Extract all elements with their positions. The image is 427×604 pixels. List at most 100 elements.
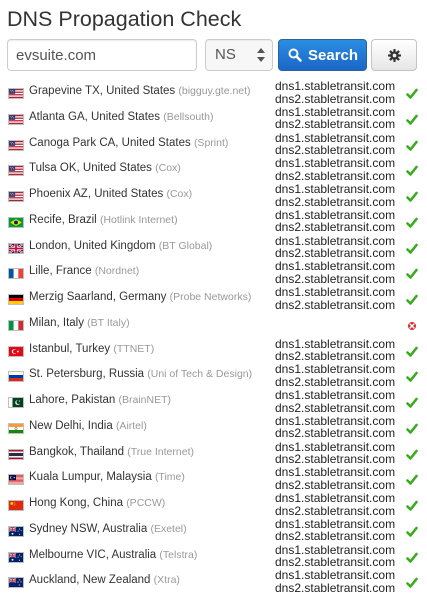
- location-name: Atlanta GA, United States: [29, 110, 161, 123]
- isp-label: (True Internet): [127, 445, 194, 458]
- nameserver-list: dns1.stabletransit.com dns2.stabletransit…: [275, 260, 395, 285]
- result-row: New Delhi, India (Airtel) dns1.stabletran…: [0, 415, 427, 441]
- location-name: Melbourne VIC, Australia: [29, 548, 157, 561]
- search-button-label: Search: [308, 47, 359, 64]
- isp-label: (BrainNET): [118, 394, 172, 406]
- result-location: Melbourne VIC, Australia (Telstra): [29, 549, 197, 561]
- nameserver-list: dns1.stabletransit.com dns2.stabletransit…: [275, 415, 395, 440]
- location-name: Sydney NSW, Australia: [29, 522, 148, 535]
- record-type-select[interactable]: NS: [205, 39, 273, 71]
- nameserver: dns2.stabletransit.com: [275, 503, 396, 518]
- isp-label: (Airtel): [115, 419, 147, 432]
- result-location: Merzig Saarland, Germany (Probe Networks…: [29, 291, 251, 303]
- record-type-value: NS: [215, 46, 236, 63]
- nameserver: dns1.stabletransit.com: [275, 285, 396, 299]
- check-icon: [406, 396, 418, 408]
- nameserver: dns2.stabletransit.com: [275, 477, 396, 492]
- search-button[interactable]: Search: [278, 39, 367, 71]
- nameserver-list: dns1.stabletransit.com dns2.stabletransit…: [275, 131, 396, 158]
- nameserver: dns2.stabletransit.com: [275, 91, 396, 106]
- nameserver-list: dns1.stabletransit.com dns2.stabletransit…: [275, 337, 395, 363]
- location-name: Lille, France: [29, 265, 92, 278]
- isp-label: (Cox): [166, 188, 193, 200]
- nameserver: dns2.stabletransit.com: [275, 220, 396, 235]
- result-location: Hong Kong, China (PCCW): [29, 497, 165, 509]
- isp-label: (Cox): [155, 162, 181, 175]
- nameserver-list: dns1.stabletransit.com dns2.stabletransit…: [275, 286, 395, 311]
- check-icon: [406, 370, 418, 383]
- nameserver: dns2.stabletransit.com: [275, 143, 396, 158]
- isp-label: (Probe Networks): [169, 291, 252, 303]
- isp-label: (bigguy.gte.net): [178, 85, 251, 97]
- nameserver: dns1.stabletransit.com: [275, 182, 396, 196]
- check-icon: [406, 525, 418, 537]
- isp-label: (BT Italy): [87, 316, 130, 329]
- nameserver-list: dns1.stabletransit.com dns2.stabletransit…: [275, 543, 396, 570]
- result-location: London, United Kingdom (BT Global): [29, 240, 212, 252]
- result-location: Kuala Lumpur, Malaysia (Time): [29, 471, 185, 483]
- result-row: Canoga Park CA, United States (Sprint) dn…: [0, 131, 427, 158]
- isp-label: (Exetel): [150, 522, 187, 535]
- check-icon: [406, 139, 418, 151]
- flag-ru-icon: [8, 371, 24, 383]
- nameserver: dns1.stabletransit.com: [275, 79, 396, 93]
- result-location: St. Petersburg, Russia (Uni of Tech & De…: [29, 368, 252, 380]
- result-location: New Delhi, India (Airtel): [29, 420, 147, 432]
- location-name: Milan, Italy: [29, 316, 84, 329]
- location-name: Bangkok, Thailand: [29, 445, 125, 458]
- location-name: Hong Kong, China: [29, 497, 123, 509]
- result-row: Recife, Brazil (Hotlink Internet) dns1.st…: [0, 209, 427, 235]
- isp-label: (PCCW): [126, 497, 166, 509]
- result-row: Auckland, New Zealand (Xtra) dns1.stablet…: [0, 569, 427, 595]
- flag-gb-icon: [8, 242, 24, 254]
- result-location: Phoenix AZ, United States (Cox): [29, 188, 192, 200]
- isp-label: (TTNET): [113, 342, 155, 355]
- select-arrows-icon: [257, 48, 265, 62]
- nameserver: dns2.stabletransit.com: [275, 580, 396, 595]
- nameserver: dns2.stabletransit.com: [275, 297, 396, 312]
- flag-nz-icon: [8, 577, 24, 589]
- location-name: London, United Kingdom: [29, 239, 156, 252]
- check-icon: [406, 422, 418, 434]
- check-icon: [406, 551, 418, 563]
- nameserver-list: dns1.stabletransit.com dns2.stabletransit…: [275, 183, 395, 208]
- result-row: Atlanta GA, United States (Bellsouth) dns…: [0, 106, 427, 132]
- page-title: DNS Propagation Check: [7, 7, 242, 31]
- nameserver: dns2.stabletransit.com: [275, 555, 396, 570]
- nameserver: dns2.stabletransit.com: [275, 271, 396, 286]
- nameserver-list: dns1.stabletransit.com dns2.stabletransit…: [275, 569, 395, 594]
- flag-pk-icon: [8, 397, 24, 408]
- nameserver-list: dns1.stabletransit.com dns2.stabletransit…: [275, 234, 395, 260]
- result-location: Sydney NSW, Australia (Exetel): [29, 523, 187, 535]
- isp-label: (Nordnet): [94, 265, 140, 278]
- result-location: Tulsa OK, United States (Cox): [29, 162, 181, 174]
- check-icon: [406, 576, 418, 589]
- nameserver-list: dns1.stabletransit.com dns2.stabletransit…: [275, 363, 395, 388]
- isp-label: (Sprint): [193, 136, 229, 149]
- location-name: Phoenix AZ, United States: [29, 188, 164, 200]
- flag-de-icon: [8, 294, 24, 305]
- nameserver-list: dns1.stabletransit.com dns2.stabletransit…: [275, 518, 395, 543]
- result-location: Atlanta GA, United States (Bellsouth): [29, 111, 213, 123]
- result-location: Lahore, Pakistan (BrainNET): [29, 394, 171, 406]
- settings-button[interactable]: [371, 39, 417, 71]
- isp-label: (Xtra): [153, 574, 180, 587]
- result-row: London, United Kingdom (BT Global) dns1.s…: [0, 234, 427, 261]
- result-row: Merzig Saarland, Germany (Probe Networks…: [0, 286, 427, 312]
- nameserver-list: dns1.stabletransit.com dns2.stabletransit…: [275, 492, 395, 517]
- isp-label: (Telstra): [159, 548, 198, 561]
- nameserver: dns2.stabletransit.com: [275, 426, 396, 441]
- location-name: St. Petersburg, Russia: [29, 368, 145, 381]
- check-icon: [406, 190, 418, 202]
- check-icon: [406, 293, 418, 305]
- flag-it-icon: [8, 319, 24, 331]
- domain-input[interactable]: [7, 39, 197, 71]
- nameserver-list: dns1.stabletransit.com dns2.stabletransit…: [275, 466, 395, 491]
- results-list: Grapevine TX, United States (bigguy.gte.…: [0, 80, 427, 595]
- location-name: Merzig Saarland, Germany: [29, 291, 167, 303]
- result-row: Hong Kong, China (PCCW) dns1.stabletransi…: [0, 492, 427, 518]
- search-icon: [288, 48, 302, 62]
- flag-fr-icon: [8, 268, 24, 280]
- nameserver-list: dns1.stabletransit.com dns2.stabletransit…: [275, 106, 395, 131]
- isp-label: (Time): [154, 471, 185, 484]
